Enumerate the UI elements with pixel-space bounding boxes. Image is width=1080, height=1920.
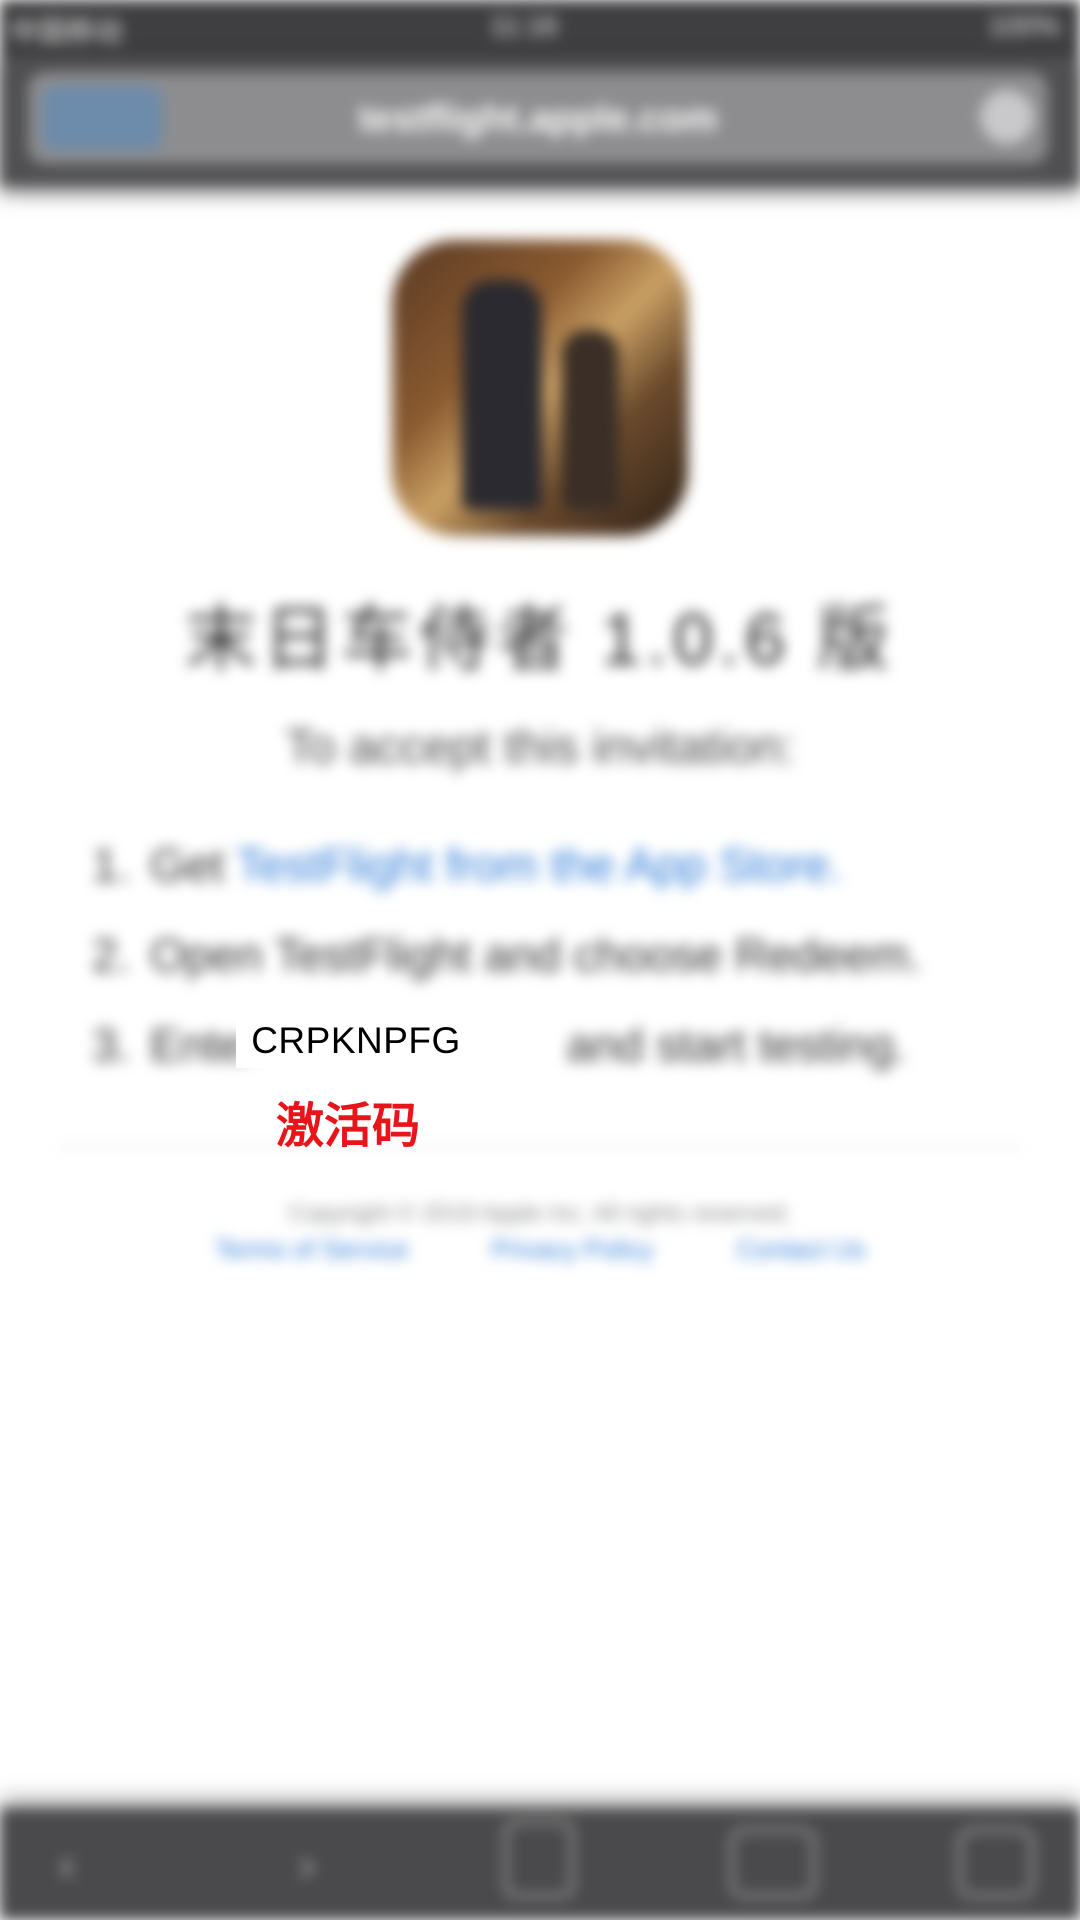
url-field[interactable]: testflight.apple.com — [28, 72, 1048, 164]
status-bar: 中国移动 11:16 100% — [0, 0, 1080, 56]
step-item: 1. Get TestFlight from the App Store. — [92, 838, 842, 892]
blurred-page: 中国移动 11:16 100% testflight.apple.com 末日车… — [0, 0, 1080, 1920]
copyright-text: Copyright © 2019 Apple Inc. All rights r… — [288, 1200, 792, 1227]
code-caption: 激活码 — [276, 1098, 421, 1154]
terms-link[interactable]: Terms of Service — [215, 1234, 409, 1264]
redeem-code: CRPKNPFG — [251, 1020, 461, 1061]
app-icon-figure — [562, 330, 618, 510]
app-title: 末日车侍者 1.0.6 版 — [184, 600, 896, 680]
tabs-icon[interactable] — [958, 1828, 1034, 1898]
privacy-link[interactable]: Privacy Policy — [492, 1234, 654, 1264]
step-number: 1. — [92, 839, 131, 891]
forward-arrow-icon[interactable]: › — [272, 1834, 342, 1894]
contact-link[interactable]: Contact Us — [737, 1234, 866, 1264]
app-icon — [392, 240, 688, 536]
step-item: 2. Open TestFlight and choose Redeem. — [92, 928, 921, 982]
step-text: Open TestFlight and choose Redeem. — [150, 929, 922, 981]
url-text: testflight.apple.com — [358, 98, 718, 140]
browser-address-bar: testflight.apple.com — [0, 56, 1080, 186]
browser-toolbar: ‹ › — [0, 1808, 1080, 1920]
invite-heading: To accept this invitation: — [285, 721, 795, 774]
step-item: 3. Enter and start testing. — [92, 1018, 907, 1072]
footer-links: Terms of Service Privacy Policy Contact … — [0, 1234, 1080, 1265]
bookmarks-icon[interactable] — [730, 1828, 816, 1898]
step-text: Get — [150, 839, 237, 891]
back-arrow-icon[interactable]: ‹ — [32, 1834, 102, 1894]
divider — [60, 1146, 1020, 1148]
step-number: 3. — [92, 1019, 131, 1071]
step-number: 2. — [92, 929, 131, 981]
carrier-label: 中国移动 — [10, 16, 123, 47]
redeem-code-box: CRPKNPFG — [236, 1016, 476, 1068]
reload-icon[interactable] — [980, 90, 1034, 144]
share-icon[interactable] — [504, 1820, 574, 1898]
battery-label: 100% — [988, 10, 1060, 41]
app-icon-figure — [462, 280, 542, 510]
app-store-link[interactable]: TestFlight from the App Store. — [236, 839, 842, 891]
clock: 11:16 — [490, 10, 558, 41]
